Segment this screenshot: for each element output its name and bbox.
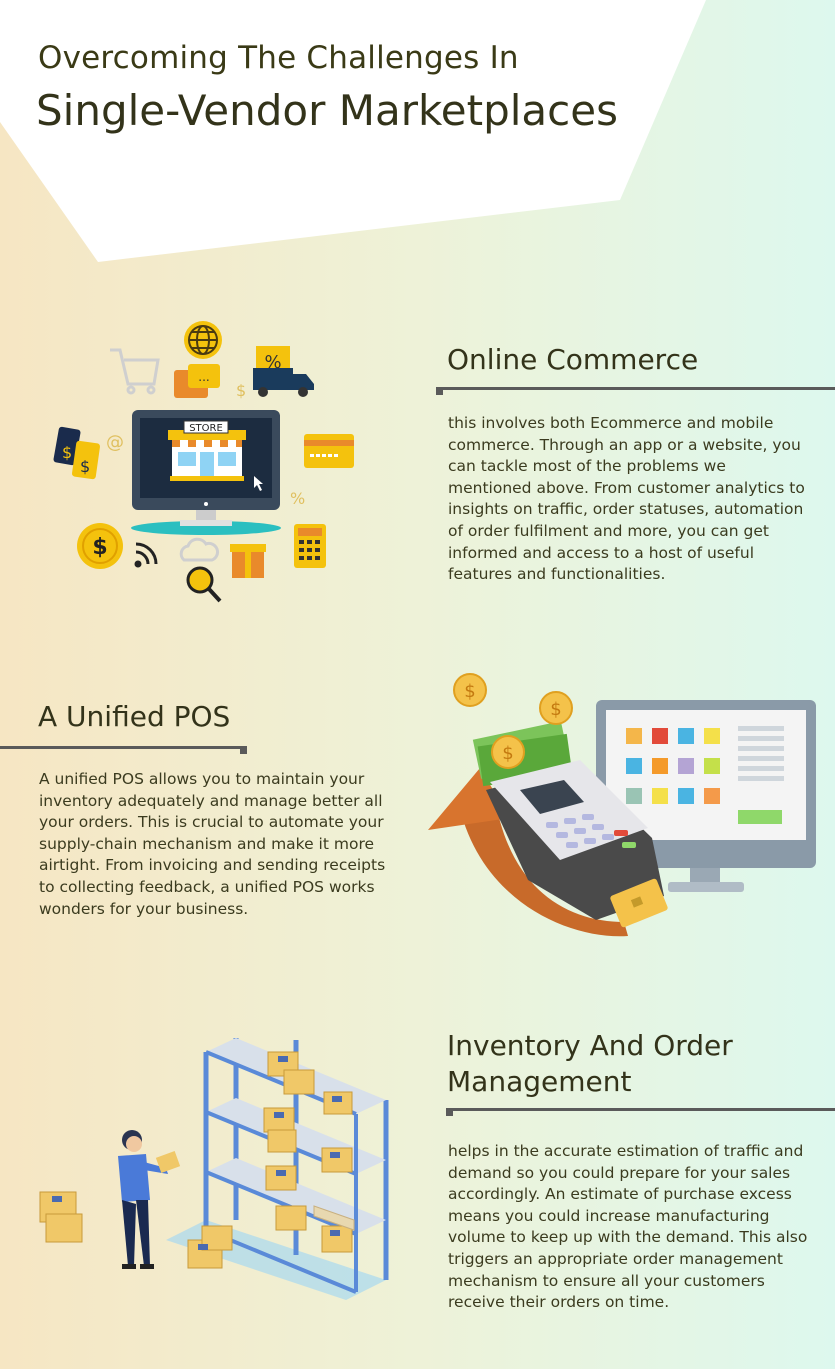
section-title-unified-pos: A Unified POS [38,700,231,733]
online-commerce-illustration: ... % $ $ $ @ STORE % $ [53,321,354,603]
monitor-icon: STORE [131,410,281,535]
shopping-cart-icon [110,348,160,395]
magnifier-icon [186,566,222,603]
calculator-icon [294,524,326,568]
svg-text:$: $ [502,743,513,764]
svg-text:$: $ [550,699,561,720]
section-rule [0,746,247,749]
section-rule-tab [240,746,247,754]
section-rule-tab [436,387,443,395]
chat-icon: ... [174,364,220,398]
svg-text:...: ... [198,370,209,384]
delivery-truck-icon [253,368,314,397]
store-sign: STORE [189,423,223,434]
section-text-inventory: helps in the accurate estimation of traf… [448,1142,808,1312]
svg-text:@: @ [106,432,124,453]
svg-text:$: $ [236,381,246,400]
wifi-icon [134,542,158,568]
section-rule [446,1108,835,1111]
section-rule [436,387,835,390]
svg-text:$: $ [464,681,475,702]
gift-icon [230,544,266,578]
inventory-illustration [39,1038,389,1300]
section-title-inventory: Inventory And Order Management [447,1028,733,1100]
svg-text:$: $ [80,457,90,476]
credit-card-icon [304,434,354,468]
worker-icon [118,1130,181,1269]
svg-text:%: % [290,489,305,508]
unified-pos-illustration: $ $ $ [428,673,816,937]
page-title-line1: Overcoming The Challenges In [38,40,519,76]
page-title-line2: Single-Vendor Marketplaces [36,86,618,135]
svg-text:$: $ [92,535,107,560]
price-tag-icon: $ $ [53,426,101,480]
section-text-online-commerce: this involves both Ecommerce and mobile … [448,414,805,584]
section-title-inventory-line1: Inventory And Order [447,1029,733,1062]
section-title-online-commerce: Online Commerce [447,343,699,376]
section-rule-tab [446,1108,453,1116]
svg-text:$: $ [62,443,72,462]
globe-icon [184,321,222,359]
section-text-unified-pos: A unified POS allows you to maintain you… [39,770,386,918]
section-title-inventory-line2: Management [447,1065,632,1098]
cloud-icon [179,537,220,562]
dollar-coin-icon: $ [77,523,123,569]
